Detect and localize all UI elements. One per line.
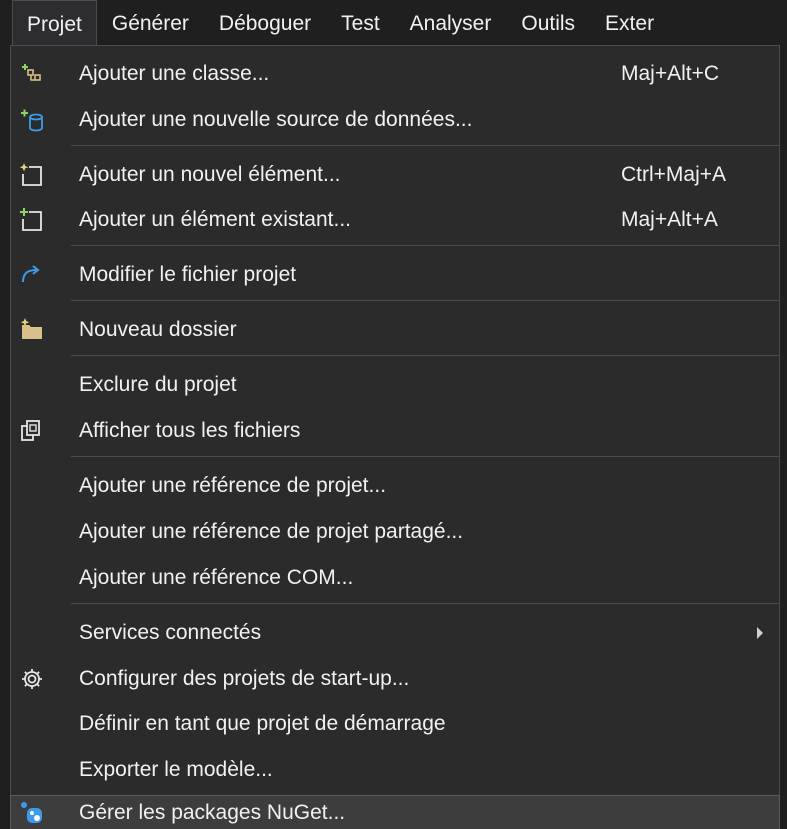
- menu-separator: [71, 145, 779, 146]
- menubar-test[interactable]: Test: [326, 0, 395, 48]
- menu-item-label: Ajouter une classe...: [79, 62, 270, 85]
- menu-item-configure-startup-projects[interactable]: Configurer des projets de start-up...: [11, 657, 779, 701]
- submenu-arrow-icon: [757, 627, 763, 639]
- menubar-projet[interactable]: Projet: [12, 0, 97, 48]
- menu-item-label: Ajouter une nouvelle source de données..…: [79, 108, 473, 131]
- menu-item-label: Ajouter une référence COM...: [79, 566, 354, 589]
- menu-item-exclude-from-project[interactable]: Exclure du projet: [11, 363, 779, 407]
- menu-item-new-folder[interactable]: Nouveau dossier: [11, 308, 779, 352]
- menu-item-show-all-files[interactable]: Afficher tous les fichiers: [11, 409, 779, 453]
- menu-item-label: Gérer les packages NuGet...: [79, 800, 346, 824]
- menu-item-label: Exclure du projet: [79, 373, 237, 396]
- menu-item-add-data-source[interactable]: Ajouter une nouvelle source de données..…: [11, 98, 779, 142]
- menubar-deboguer[interactable]: Déboguer: [204, 0, 326, 48]
- menu-item-label: Ajouter une référence de projet partagé.…: [79, 520, 464, 543]
- menu-item-export-template[interactable]: Exporter le modèle...: [11, 748, 779, 792]
- menu-item-label: Ajouter une référence de projet...: [79, 474, 387, 497]
- menubar-outils[interactable]: Outils: [506, 0, 590, 48]
- menu-item-edit-project-file[interactable]: Modifier le fichier projet: [11, 253, 779, 297]
- gear-icon: [19, 666, 45, 692]
- menu-item-add-project-reference[interactable]: Ajouter une référence de projet...: [11, 464, 779, 508]
- menu-separator: [71, 603, 779, 604]
- menubar-extensions[interactable]: Exter: [590, 0, 669, 48]
- menu-bar: Projet Générer Déboguer Test Analyser Ou…: [0, 0, 787, 48]
- menu-item-connected-services[interactable]: Services connectés: [11, 611, 779, 655]
- menu-item-label: Modifier le fichier projet: [79, 263, 297, 286]
- menu-item-shortcut: Maj+Alt+C: [621, 62, 720, 85]
- existing-item-icon: [19, 207, 45, 233]
- menubar-generer[interactable]: Générer: [97, 0, 204, 48]
- menu-separator: [71, 245, 779, 246]
- menu-item-manage-nuget-packages[interactable]: Gérer les packages NuGet...: [10, 795, 780, 829]
- add-class-icon: [19, 61, 45, 87]
- menu-item-shortcut: Ctrl+Maj+A: [621, 163, 727, 186]
- menu-item-shortcut: Maj+Alt+A: [621, 208, 718, 231]
- menu-item-label: Définir en tant que projet de démarrage: [79, 712, 446, 735]
- menu-item-label: Ajouter un nouvel élément...: [79, 163, 341, 186]
- menu-item-add-existing-item[interactable]: Ajouter un élément existant... Maj+Alt+A: [11, 198, 779, 242]
- add-data-source-icon: [19, 107, 45, 133]
- menu-item-add-new-item[interactable]: Ajouter un nouvel élément... Ctrl+Maj+A: [11, 153, 779, 197]
- new-folder-icon: [19, 317, 45, 343]
- menu-separator: [71, 456, 779, 457]
- menu-item-add-com-reference[interactable]: Ajouter une référence COM...: [11, 556, 779, 600]
- menu-separator: [71, 300, 779, 301]
- menu-separator: [71, 355, 779, 356]
- menubar-analyser[interactable]: Analyser: [395, 0, 507, 48]
- menu-item-label: Afficher tous les fichiers: [79, 419, 301, 442]
- new-item-icon: [19, 162, 45, 188]
- menu-item-label: Services connectés: [79, 621, 262, 644]
- menu-item-add-shared-project-reference[interactable]: Ajouter une référence de projet partagé.…: [11, 510, 779, 554]
- menu-item-set-as-startup-project[interactable]: Définir en tant que projet de démarrage: [11, 702, 779, 746]
- menu-item-label: Exporter le modèle...: [79, 758, 273, 781]
- show-all-files-icon: [19, 418, 45, 444]
- projet-dropdown-menu: Ajouter une classe... Maj+Alt+C Ajouter …: [10, 45, 780, 829]
- edit-project-icon: [19, 262, 45, 288]
- nuget-icon: [19, 800, 45, 826]
- menu-item-label: Nouveau dossier: [79, 318, 237, 341]
- menu-item-label: Ajouter un élément existant...: [79, 208, 351, 231]
- menu-item-label: Configurer des projets de start-up...: [79, 667, 410, 690]
- menu-item-add-class[interactable]: Ajouter une classe... Maj+Alt+C: [11, 52, 779, 96]
